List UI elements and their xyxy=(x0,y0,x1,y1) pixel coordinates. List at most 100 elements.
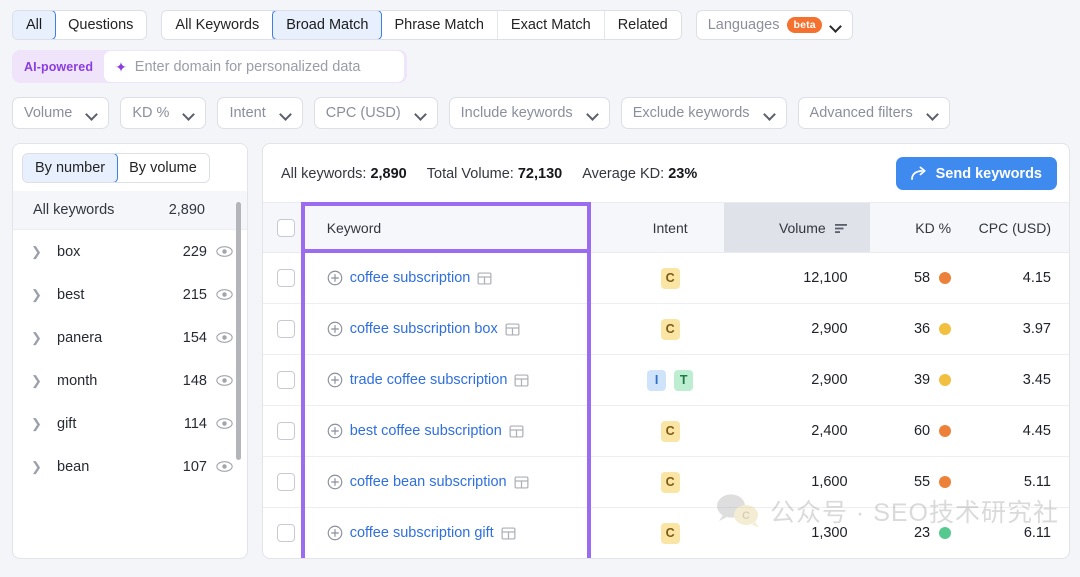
filter-advanced[interactable]: Advanced filters xyxy=(797,97,950,129)
toggle-by-volume[interactable]: By volume xyxy=(117,154,209,182)
serp-preview-icon[interactable] xyxy=(514,475,529,490)
sidebar-item-gift[interactable]: ❯ gift 114 xyxy=(13,402,247,445)
select-all-checkbox[interactable] xyxy=(276,218,295,237)
header-keyword[interactable]: Keyword xyxy=(308,202,617,253)
keyword-link[interactable]: trade coffee subscription xyxy=(350,372,508,388)
row-keyword-cell: coffee subscription xyxy=(308,252,617,304)
add-keyword-icon[interactable] xyxy=(327,372,343,388)
header-cpc[interactable]: CPC (USD) xyxy=(965,202,1069,253)
tab-related[interactable]: Related xyxy=(604,11,681,39)
kd-value: 39 xyxy=(913,372,931,388)
sidebar-item-count: 154 xyxy=(182,329,207,346)
sidebar-item-panera[interactable]: ❯ panera 154 xyxy=(13,316,247,359)
row-checkbox[interactable] xyxy=(276,320,295,338)
row-checkbox[interactable] xyxy=(276,524,295,542)
sidebar-all-keywords-row[interactable]: All keywords 2,890 xyxy=(13,191,247,230)
table-row[interactable]: coffee subscription gift C 1,300 23 6.11 xyxy=(263,507,1069,558)
table-row[interactable]: trade coffee subscription I T 2,900 39 3… xyxy=(263,354,1069,406)
filter-exclude-keywords[interactable]: Exclude keywords xyxy=(620,97,787,129)
languages-label: Languages xyxy=(707,17,780,33)
eye-icon[interactable] xyxy=(216,415,233,432)
row-checkbox-cell xyxy=(263,405,309,457)
intent-badge-transactional: T xyxy=(674,369,694,391)
row-checkbox[interactable] xyxy=(276,422,295,440)
filter-cpc[interactable]: CPC (USD) xyxy=(313,97,438,129)
filter-volume[interactable]: Volume xyxy=(12,97,110,129)
eye-icon[interactable] xyxy=(216,243,233,260)
toggle-by-number[interactable]: By number xyxy=(22,154,119,182)
sidebar-all-keywords-count: 2,890 xyxy=(168,202,205,218)
row-cpc-cell: 4.45 xyxy=(965,405,1069,457)
serp-preview-icon[interactable] xyxy=(501,526,516,541)
filter-kd[interactable]: KD % xyxy=(120,97,207,129)
eye-icon[interactable] xyxy=(216,329,233,346)
tab-broad-match[interactable]: Broad Match xyxy=(272,11,383,39)
summary-stats: All keywords: 2,890 Total Volume: 72,130… xyxy=(281,166,896,182)
header-volume[interactable]: Volume xyxy=(724,202,870,253)
chevron-right-icon[interactable]: ❯ xyxy=(31,416,45,432)
tab-all[interactable]: All xyxy=(13,11,57,39)
row-volume-cell: 1,600 xyxy=(724,456,870,508)
sidebar-scrollbar[interactable] xyxy=(236,202,241,460)
sidebar-item-month[interactable]: ❯ month 148 xyxy=(13,359,247,402)
serp-preview-icon[interactable] xyxy=(505,322,520,337)
tab-phrase-match[interactable]: Phrase Match xyxy=(381,11,498,39)
add-keyword-icon[interactable] xyxy=(327,525,343,541)
sidebar-item-box[interactable]: ❯ box 229 xyxy=(13,230,247,273)
header-kd[interactable]: KD % xyxy=(869,202,966,253)
table-row[interactable]: coffee subscription box C 2,900 36 3.97 xyxy=(263,303,1069,355)
row-keyword-cell: coffee subscription gift xyxy=(308,507,617,558)
sidebar-sort-toggle: By number By volume xyxy=(13,144,247,191)
header-intent[interactable]: Intent xyxy=(616,202,725,253)
serp-preview-icon[interactable] xyxy=(509,424,524,439)
keyword-link[interactable]: coffee subscription box xyxy=(350,321,498,337)
row-checkbox-cell xyxy=(263,456,309,508)
keyword-link[interactable]: coffee bean subscription xyxy=(350,474,507,490)
sidebar-item-best[interactable]: ❯ best 215 xyxy=(13,273,247,316)
filter-include-label: Include keywords xyxy=(460,105,573,121)
languages-dropdown[interactable]: Languages beta xyxy=(695,10,853,40)
stat-all-keywords-label: All keywords: xyxy=(281,165,367,182)
chevron-right-icon[interactable]: ❯ xyxy=(31,459,45,475)
eye-icon[interactable] xyxy=(216,372,233,389)
kd-difficulty-dot xyxy=(939,425,952,437)
keyword-link[interactable]: coffee subscription gift xyxy=(350,525,494,541)
table-row[interactable]: coffee subscription C 12,100 58 4.15 xyxy=(263,252,1069,304)
stat-total-volume-label: Total Volume: xyxy=(426,165,514,182)
keywords-table-wrapper: Keyword Intent Volume KD % CPC (USD) cof… xyxy=(263,202,1069,558)
domain-input-container[interactable]: ✦ Enter domain for personalized data xyxy=(104,51,405,82)
add-keyword-icon[interactable] xyxy=(327,270,343,286)
filter-intent[interactable]: Intent xyxy=(217,97,303,129)
tab-questions[interactable]: Questions xyxy=(55,11,147,39)
keywords-panel: All keywords: 2,890 Total Volume: 72,130… xyxy=(262,143,1070,559)
serp-preview-icon[interactable] xyxy=(477,271,492,286)
sidebar-item-count: 148 xyxy=(182,372,207,389)
row-checkbox[interactable] xyxy=(276,473,295,491)
row-checkbox[interactable] xyxy=(276,269,295,287)
add-keyword-icon[interactable] xyxy=(327,321,343,337)
table-row[interactable]: best coffee subscription C 2,400 60 4.45 xyxy=(263,405,1069,457)
sidebar-item-bean[interactable]: ❯ bean 107 xyxy=(13,445,247,488)
eye-icon[interactable] xyxy=(216,458,233,475)
filter-toolbar: Volume KD % Intent CPC (USD) Include key… xyxy=(0,83,1080,129)
table-row[interactable]: coffee bean subscription C 1,600 55 5.11 xyxy=(263,456,1069,508)
tab-all-keywords[interactable]: All Keywords xyxy=(162,11,274,39)
keyword-link[interactable]: best coffee subscription xyxy=(350,423,502,439)
row-volume-cell: 2,900 xyxy=(724,354,870,406)
question-filter-group: All Questions xyxy=(12,10,148,40)
chevron-right-icon[interactable]: ❯ xyxy=(31,373,45,389)
tab-exact-match[interactable]: Exact Match xyxy=(497,11,605,39)
serp-preview-icon[interactable] xyxy=(514,373,529,388)
filter-include-keywords[interactable]: Include keywords xyxy=(448,97,610,129)
chevron-right-icon[interactable]: ❯ xyxy=(31,287,45,303)
keywords-table: Keyword Intent Volume KD % CPC (USD) cof… xyxy=(263,202,1069,558)
keyword-link[interactable]: coffee subscription xyxy=(350,270,471,286)
row-checkbox[interactable] xyxy=(276,371,295,389)
row-kd-cell: 36 xyxy=(869,303,966,355)
eye-icon[interactable] xyxy=(216,286,233,303)
add-keyword-icon[interactable] xyxy=(327,474,343,490)
send-keywords-button[interactable]: Send keywords xyxy=(895,157,1057,190)
add-keyword-icon[interactable] xyxy=(327,423,343,439)
chevron-right-icon[interactable]: ❯ xyxy=(31,330,45,346)
chevron-right-icon[interactable]: ❯ xyxy=(31,244,45,260)
